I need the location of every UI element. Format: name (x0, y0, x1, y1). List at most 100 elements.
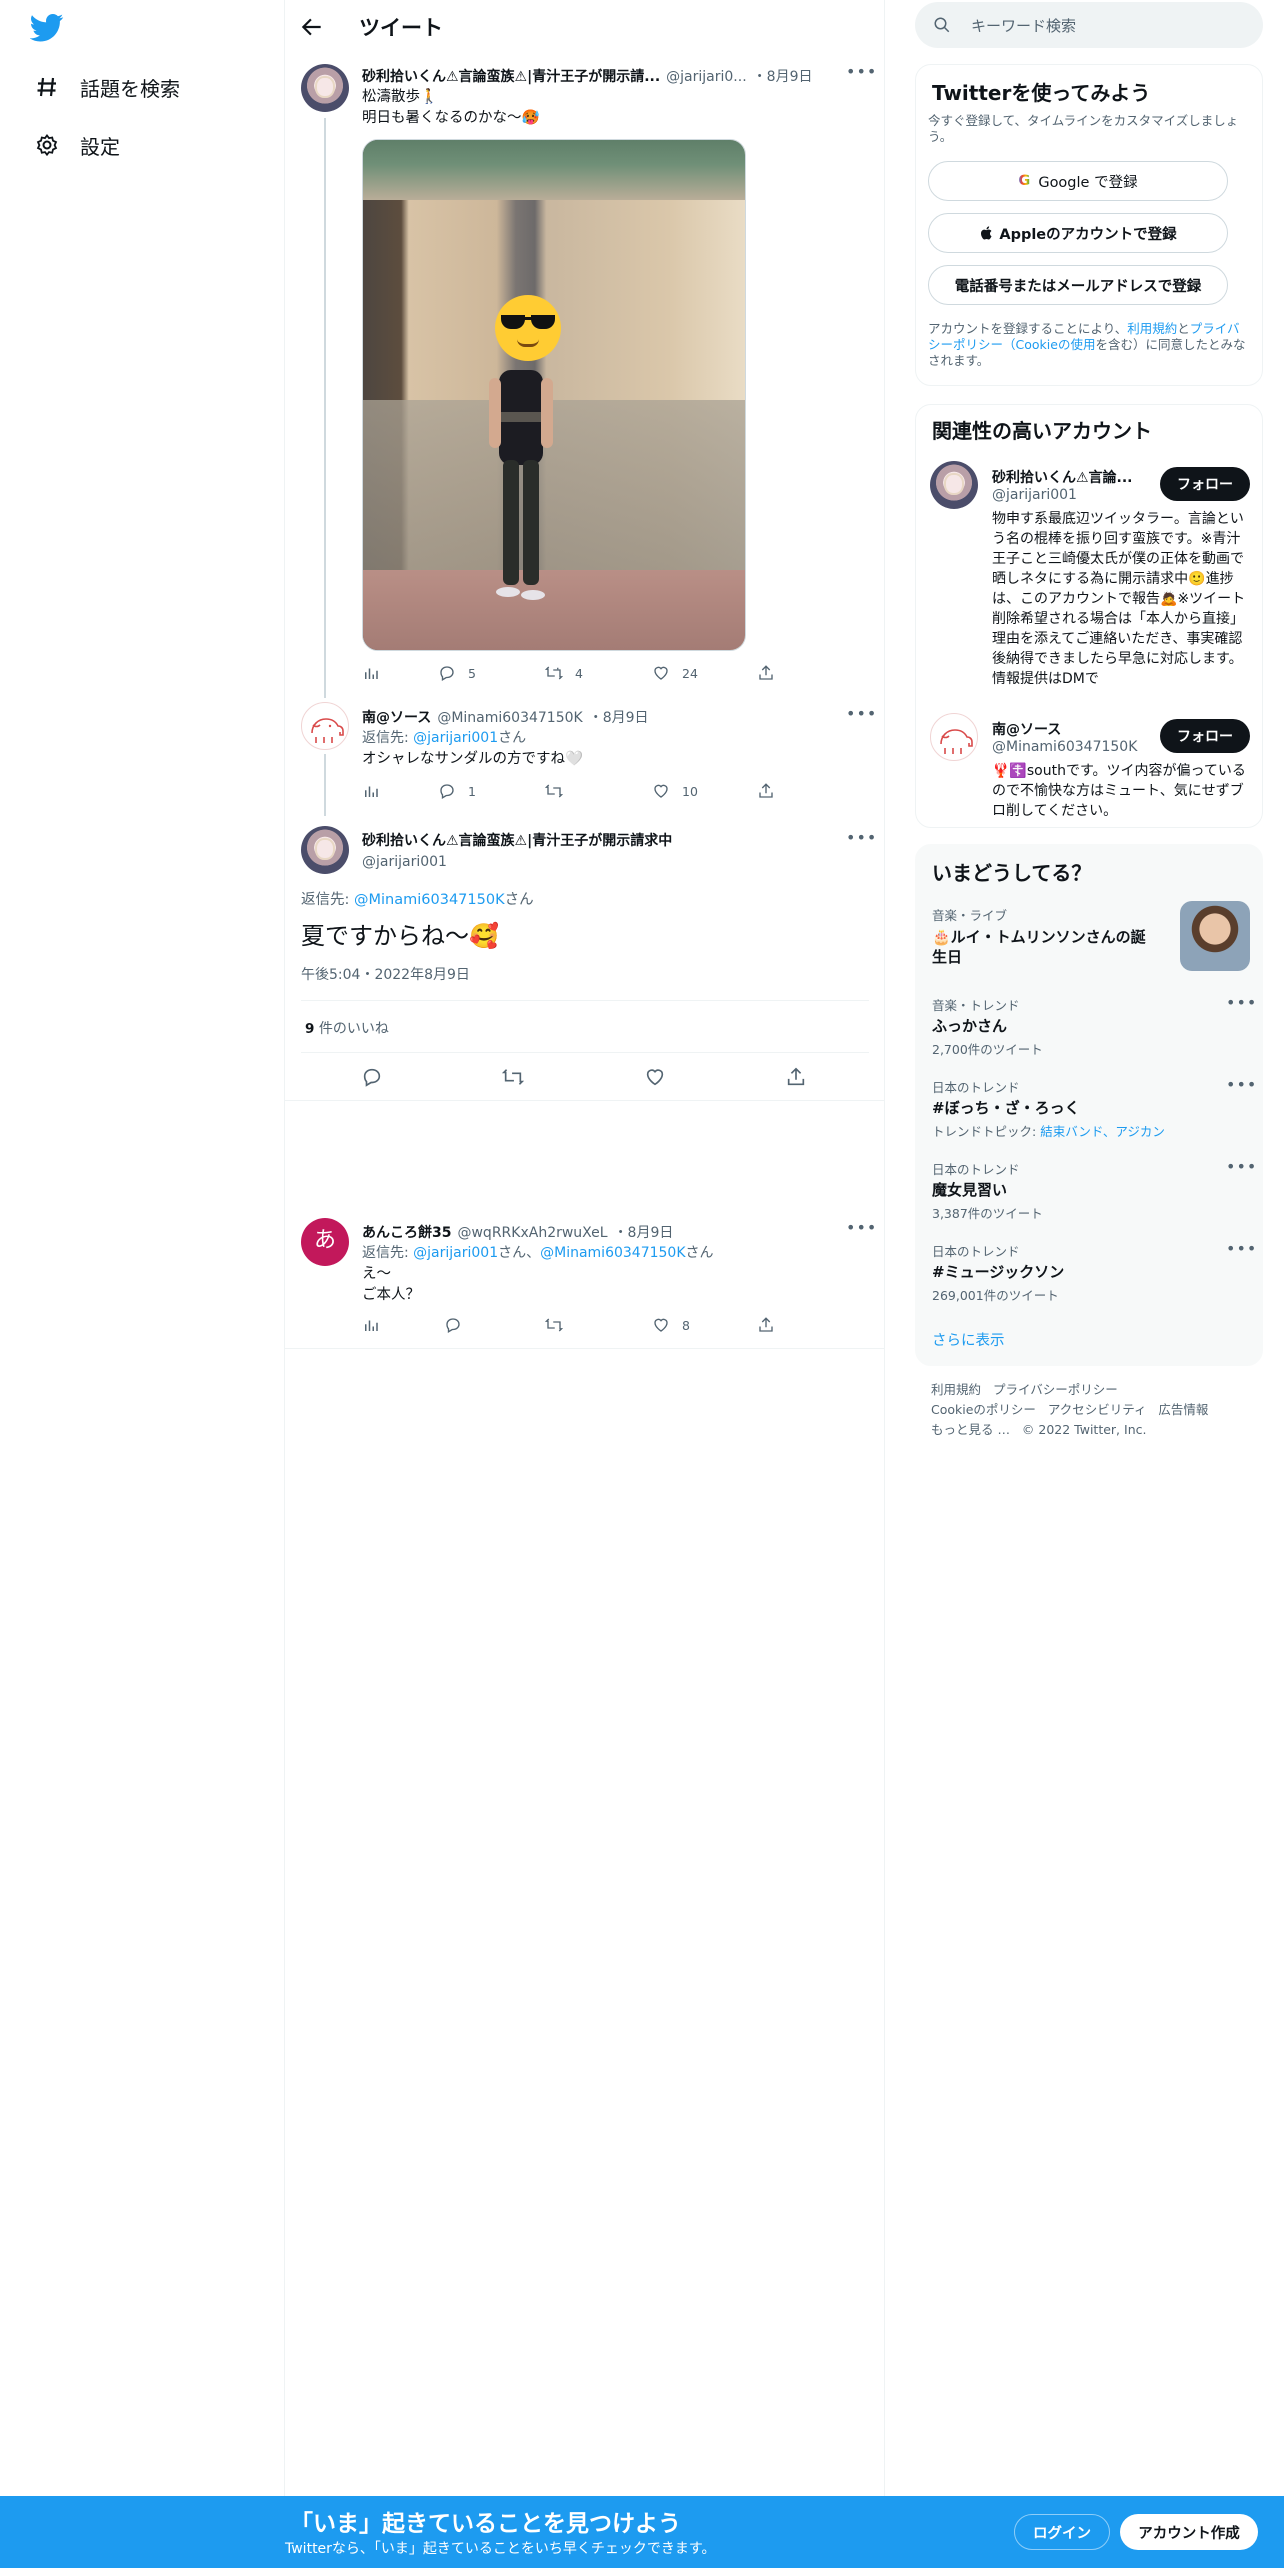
more-icon[interactable]: ••• (1226, 1239, 1256, 1259)
reply-to: 返信先: @Minami60347150Kさん (301, 888, 534, 909)
tweet-date[interactable]: ・8月9日 (614, 1222, 674, 1242)
share-icon[interactable] (785, 1066, 807, 1088)
tweet-timestamp[interactable]: 午後5:04・2022年8月9日 (301, 964, 470, 984)
footer-ads-link[interactable]: 広告情報 (1158, 1402, 1208, 1417)
arrow-left-icon[interactable] (299, 14, 325, 40)
display-name[interactable]: 砂利拾いくん⚠言論蛮族⚠|青汁王子が開示請求中 (362, 830, 672, 850)
divider (301, 1000, 869, 1001)
trend-topics-links[interactable]: 結束バンド、アジカン (1040, 1124, 1165, 1139)
google-signup-button[interactable]: G Google で登録 (928, 161, 1228, 201)
display-name[interactable]: 砂利拾いくん⚠言論蛮族⚠|青汁王子が開示請... (362, 66, 660, 86)
reply-button[interactable]: 5 (438, 664, 476, 682)
avatar[interactable] (301, 826, 349, 874)
handle[interactable]: @jarijari001 (362, 854, 672, 870)
retweet-icon[interactable] (502, 1066, 524, 1088)
tweet-photo[interactable] (362, 139, 746, 651)
views-button[interactable] (362, 782, 392, 800)
trend-item[interactable]: 日本のトレンド ••• #ミュージックソン 269,001件のツイート (916, 1239, 1264, 1311)
sunglasses-face-icon (495, 295, 561, 361)
apple-signup-button[interactable]: Appleのアカウントで登録 (928, 213, 1228, 253)
retweet-button[interactable] (545, 782, 575, 800)
follow-button[interactable]: フォロー (1160, 719, 1250, 753)
terms-link[interactable]: 利用規約 (1127, 321, 1177, 336)
nav-settings[interactable]: 設定 (32, 125, 120, 165)
reply-icon (446, 1318, 460, 1333)
retweet-icon (545, 1318, 563, 1332)
share-button[interactable] (757, 664, 787, 682)
tweet-2[interactable]: 南@ソース @Minami60347150K ・8月9日 ••• 返信先: @j… (285, 690, 885, 816)
account-cell[interactable]: 南@ソース @Minami60347150K フォロー 🦞☦️southです。ツ… (916, 711, 1264, 821)
share-button[interactable] (757, 1316, 787, 1334)
avatar[interactable] (301, 64, 349, 112)
search-input[interactable]: キーワード検索 (971, 15, 1076, 36)
more-icon[interactable]: ••• (1226, 1075, 1256, 1095)
search-box[interactable]: キーワード検索 (915, 2, 1263, 48)
nav-explore[interactable]: 話題を検索 (32, 67, 180, 107)
reply-to-link[interactable]: @jarijari001 (413, 730, 498, 746)
phone-email-signup-button[interactable]: 電話番号またはメールアドレスで登録 (928, 265, 1228, 305)
account-handle[interactable]: @jarijari001 (992, 487, 1077, 503)
tweet-3[interactable]: あ あんころ餅35 @wqRRKxAh2rwuXeL ・8月9日 ••• 返信先… (285, 1210, 885, 1348)
login-button[interactable]: ログイン (1014, 2514, 1110, 2550)
retweet-button[interactable] (545, 1316, 575, 1334)
footer-more-link[interactable]: もっと見る … (931, 1422, 1010, 1437)
footer: 利用規約 プライバシーポリシー Cookieのポリシー アクセシビリティ 広告情… (931, 1380, 1251, 1440)
twitter-bird-icon[interactable] (30, 14, 64, 42)
footer-privacy-link[interactable]: プライバシーポリシー (993, 1382, 1118, 1397)
footer-cookie-link[interactable]: Cookieのポリシー (931, 1402, 1036, 1417)
avatar[interactable] (930, 713, 978, 761)
more-icon[interactable]: ••• (846, 828, 876, 848)
share-icon (759, 1317, 773, 1332)
trend-item[interactable]: 日本のトレンド ••• #ぼっち・ざ・ろっく トレンドトピック: 結束バンド、ア… (916, 1075, 1264, 1147)
like-button[interactable]: 24 (652, 664, 698, 682)
avatar[interactable] (301, 702, 349, 750)
avatar[interactable]: あ (301, 1218, 349, 1266)
reply-button[interactable]: 1 (438, 782, 476, 800)
trend-item[interactable]: 音楽・ライブ 🎂ルイ・トムリンソンさんの誕生日 (916, 901, 1264, 981)
share-button[interactable] (757, 782, 787, 800)
tweet-date[interactable]: ・8月9日 (753, 66, 813, 86)
signup-button[interactable]: アカウント作成 (1120, 2514, 1258, 2550)
more-icon[interactable]: ••• (846, 704, 876, 724)
heart-icon[interactable] (644, 1066, 666, 1088)
like-button[interactable]: 8 (652, 1316, 690, 1334)
account-cell[interactable]: 砂利拾いくん⚠言論... @jarijari001 フォロー 物申す系最底辺ツイ… (916, 461, 1264, 691)
display-name[interactable]: 南@ソース (362, 707, 431, 727)
account-name[interactable]: 砂利拾いくん⚠言論... (992, 467, 1142, 487)
more-icon[interactable]: ••• (846, 62, 876, 82)
like-button[interactable]: 10 (652, 782, 698, 800)
reply-icon[interactable] (361, 1066, 383, 1088)
reply-to-link[interactable]: @jarijari001 (413, 1245, 498, 1261)
account-name[interactable]: 南@ソース (992, 719, 1061, 739)
main-column: ツイート 砂利拾いくん⚠言論蛮族⚠|青汁王子が開示請... @jarijari0… (285, 0, 885, 2500)
views-button[interactable] (362, 664, 392, 682)
reply-to-link[interactable]: @Minami60347150K (540, 1245, 685, 1261)
avatar[interactable] (930, 461, 978, 509)
reply-button[interactable] (444, 1316, 474, 1334)
display-name[interactable]: あんころ餅35 (362, 1222, 451, 1242)
trend-item[interactable]: 日本のトレンド ••• 魔女見習い 3,387件のツイート (916, 1157, 1264, 1229)
like-summary[interactable]: 9 件のいいね (305, 1018, 389, 1038)
tweet-text: オシャレなサンダルの方ですね🤍 (362, 751, 584, 767)
footer-terms-link[interactable]: 利用規約 (931, 1382, 981, 1397)
tweet-1[interactable]: 砂利拾いくん⚠言論蛮族⚠|青汁王子が開示請... @jarijari0... ・… (285, 54, 885, 690)
handle[interactable]: @jarijari0... (666, 69, 747, 85)
bottom-bar-title: 「いま」起きていることを見つけよう (290, 2511, 681, 2537)
handle[interactable]: @wqRRKxAh2rwuXeL (457, 1225, 607, 1241)
account-handle[interactable]: @Minami60347150K (992, 739, 1137, 755)
reply-to-link[interactable]: @Minami60347150K (354, 892, 505, 908)
footer-accessibility-link[interactable]: アクセシビリティ (1048, 1402, 1147, 1417)
more-icon[interactable]: ••• (846, 1218, 876, 1238)
bottom-bar-subtitle: Twitterなら、「いま」起きていることをいち早くチェックできます。 (285, 2541, 716, 2557)
more-icon[interactable]: ••• (1226, 993, 1256, 1013)
trend-item[interactable]: 音楽・トレンド ••• ふっかさん 2,700件のツイート (916, 993, 1264, 1065)
retweet-button[interactable]: 4 (545, 664, 583, 682)
cookie-link[interactable]: Cookieの使用 (1016, 337, 1096, 352)
account-bio: 🦞☦️southです。ツイ内容が偏っているので不愉快な方はミュート、気にせずブロ… (992, 763, 1246, 819)
follow-button[interactable]: フォロー (1160, 467, 1250, 501)
views-button[interactable] (362, 1316, 392, 1334)
handle[interactable]: @Minami60347150K (437, 710, 582, 726)
more-icon[interactable]: ••• (1226, 1157, 1256, 1177)
show-more-link[interactable]: さらに表示 (932, 1329, 1005, 1350)
tweet-date[interactable]: ・8月9日 (589, 707, 649, 727)
